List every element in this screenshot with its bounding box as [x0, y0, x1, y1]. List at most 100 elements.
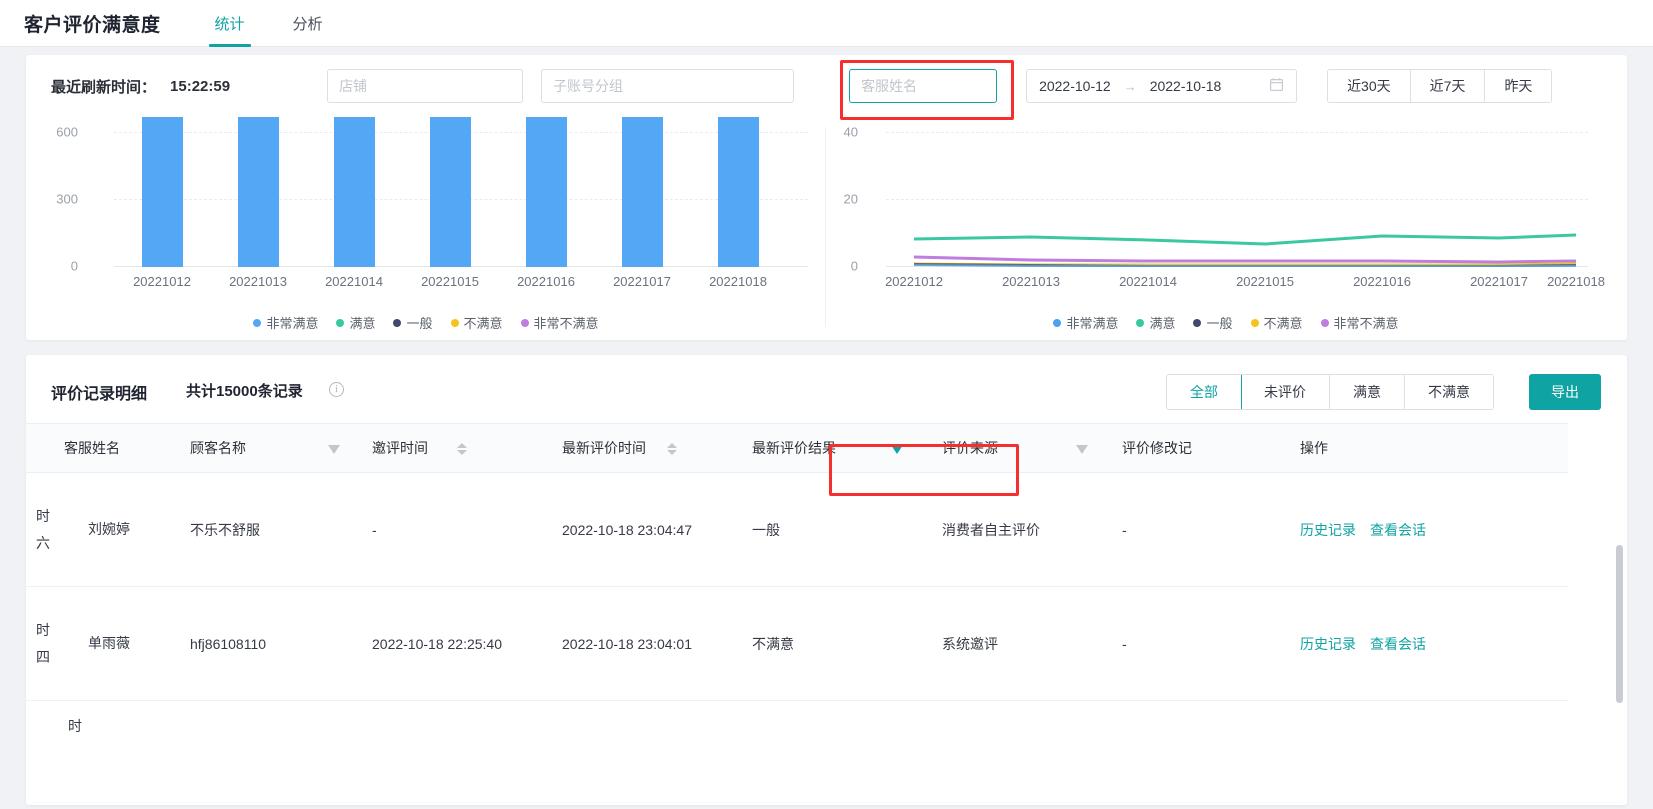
legend-item-very-unsatisfied[interactable]: 非常不满意	[1320, 313, 1399, 332]
legend-item-very-satisfied[interactable]: 非常满意	[1053, 313, 1118, 332]
filter-icon[interactable]	[1076, 445, 1088, 454]
agent-name-filter[interactable]	[849, 69, 998, 103]
x-tick-2: 20221014	[1119, 274, 1177, 289]
result-filter-group: 全部 未评价 满意 不满意	[1166, 374, 1494, 410]
subaccount-group-filter[interactable]	[541, 69, 795, 103]
bars-container	[114, 117, 808, 267]
quick-range-30d[interactable]: 近30天	[1328, 70, 1411, 102]
y-tick-40: 40	[843, 124, 858, 140]
cell-latest-result: 不满意	[752, 635, 794, 652]
bar-20221018	[718, 117, 759, 267]
filter-unsatisfied[interactable]: 不满意	[1405, 375, 1493, 409]
quick-range-yesterday[interactable]: 昨天	[1485, 70, 1552, 102]
cell-review-source: 消费者自主评价	[942, 521, 1040, 538]
date-arrow-icon: →	[1123, 78, 1137, 94]
y-tick-0: 0	[70, 258, 78, 274]
records-grid-inner: 客服姓名 顾客名称 邀评时间 最新评价时间 最新评价结果 评价来源 评价修改记 …	[26, 423, 1568, 805]
legend-item-very-satisfied[interactable]: 非常满意	[253, 313, 318, 332]
col-latest-result[interactable]: 最新评价结果	[738, 424, 928, 472]
row-clipped-text: 时 四	[36, 621, 50, 665]
x-tick-6: 20221018	[1547, 274, 1605, 289]
cell-customer-name: 不乐不舒服	[190, 521, 260, 538]
tab-analysis[interactable]: 分析	[287, 0, 329, 47]
filter-bar: 最近刷新时间： 15:22:59 2022-10-12 → 2022-10-18	[26, 55, 1627, 117]
vertical-scrollbar-thumb[interactable]	[1616, 545, 1623, 703]
records-count: 共计15000条记录	[186, 383, 303, 400]
legend-item-unsatisfied[interactable]: 不满意	[1250, 313, 1303, 332]
x-tick-3: 20221015	[421, 274, 479, 289]
bar-20221014	[334, 117, 375, 267]
filter-unrated[interactable]: 未评价	[1241, 375, 1330, 409]
line-satisfied	[913, 233, 1577, 246]
x-tick-5: 20221017	[613, 274, 671, 289]
table-row[interactable]: 时 六 刘婉婷 不乐不舒服 - 2022-10-18 23:04:47 一般 消…	[26, 473, 1568, 587]
table-header-row: 客服姓名 顾客名称 邀评时间 最新评价时间 最新评价结果 评价来源 评价修改记 …	[26, 423, 1568, 473]
line-very-satisfied	[913, 264, 1576, 267]
date-range-picker[interactable]: 2022-10-12 → 2022-10-18	[1026, 69, 1298, 103]
col-customer-name[interactable]: 顾客名称	[176, 424, 358, 472]
cell-latest-result: 一般	[752, 521, 780, 538]
charts-row: 600 300 0 20221012 20221013 20221014 202…	[26, 117, 1627, 340]
table-row[interactable]: 时 四 单雨薇 hfj86108110 2022-10-18 22:25:40 …	[26, 587, 1568, 701]
col-agent-name[interactable]: 客服姓名	[26, 424, 176, 472]
filter-icon[interactable]	[328, 445, 340, 454]
cell-agent-name: 单雨薇	[88, 635, 130, 651]
x-tick-0: 20221012	[133, 274, 191, 289]
legend-item-neutral[interactable]: 一般	[1193, 313, 1233, 332]
cell-agent-name: 刘婉婷	[88, 521, 130, 537]
col-invite-time[interactable]: 邀评时间	[358, 424, 548, 472]
x-tick-2: 20221014	[325, 274, 383, 289]
refresh-time-label: 最近刷新时间：	[51, 78, 157, 96]
y-tick-0: 0	[850, 258, 858, 274]
line-plot-area: 40 20 0 20221012 20221013 20221014 20221…	[826, 117, 1626, 297]
export-button[interactable]: 导出	[1529, 374, 1601, 410]
calendar-icon	[1269, 77, 1284, 95]
line-very-unsatisfied	[913, 255, 1577, 264]
shop-input[interactable]	[339, 78, 512, 94]
col-modify-record[interactable]: 评价修改记	[1108, 424, 1286, 472]
refresh-time-value: 15:22:59	[170, 77, 231, 95]
shop-filter[interactable]	[327, 69, 524, 103]
date-end: 2022-10-18	[1149, 78, 1222, 94]
history-link[interactable]: 历史记录	[1300, 520, 1356, 540]
line-chart-legend: 非常满意 满意 一般 不满意 非常不满意	[826, 313, 1626, 332]
col-latest-time[interactable]: 最新评价时间	[548, 424, 738, 472]
view-session-link[interactable]: 查看会话	[1370, 520, 1426, 540]
records-card: 评价记录明细 共计15000条记录 i 全部 未评价 满意 不满意 导出 客服姓…	[26, 355, 1627, 805]
sort-icon[interactable]	[666, 441, 678, 457]
bar-plot-area: 600 300 0 20221012 20221013 20221014 202…	[26, 117, 826, 297]
stats-card: 最近刷新时间： 15:22:59 2022-10-12 → 2022-10-18	[26, 55, 1627, 340]
legend-item-very-unsatisfied[interactable]: 非常不满意	[520, 313, 599, 332]
legend-item-neutral[interactable]: 一般	[393, 313, 433, 332]
agent-name-input[interactable]	[861, 78, 986, 94]
legend-item-satisfied[interactable]: 满意	[1136, 313, 1175, 332]
filter-satisfied[interactable]: 满意	[1330, 375, 1405, 409]
sort-icon[interactable]	[456, 441, 468, 457]
y-tick-20: 20	[843, 191, 858, 207]
row-clipped-text: 时	[68, 718, 82, 734]
page-title: 客户评价满意度	[24, 14, 161, 36]
cell-latest-time: 2022-10-18 23:04:47	[562, 521, 692, 538]
x-tick-6: 20221018	[709, 274, 767, 289]
tab-statistics[interactable]: 统计	[208, 0, 251, 47]
filter-icon-active[interactable]	[891, 445, 903, 454]
subaccount-group-input[interactable]	[553, 78, 783, 94]
col-review-source[interactable]: 评价来源	[928, 424, 1108, 472]
cell-actions: 历史记录 查看会话	[1286, 473, 1568, 586]
quick-range-7d[interactable]: 近7天	[1410, 70, 1486, 102]
legend-item-unsatisfied[interactable]: 不满意	[450, 313, 503, 332]
cell-customer-name: hfj86108110	[190, 635, 267, 652]
line-chart: 40 20 0 20221012 20221013 20221014 20221…	[826, 117, 1626, 340]
x-tick-4: 20221016	[517, 274, 575, 289]
bar-chart-legend: 非常满意 满意 一般 不满意 非常不满意	[26, 313, 826, 332]
info-icon[interactable]: i	[329, 382, 344, 397]
cell-review-source: 系统邀评	[942, 635, 998, 652]
legend-item-satisfied[interactable]: 满意	[336, 313, 375, 332]
page-root: 客户评价满意度 统计 分析 最近刷新时间： 15:22:59 2022-10-1…	[0, 0, 1653, 809]
table-row[interactable]: 时	[26, 701, 1568, 805]
bar-20221016	[526, 117, 567, 267]
history-link[interactable]: 历史记录	[1300, 634, 1356, 654]
row-clipped-text: 时 六	[36, 507, 50, 551]
filter-all[interactable]: 全部	[1167, 375, 1242, 409]
view-session-link[interactable]: 查看会话	[1370, 634, 1426, 654]
